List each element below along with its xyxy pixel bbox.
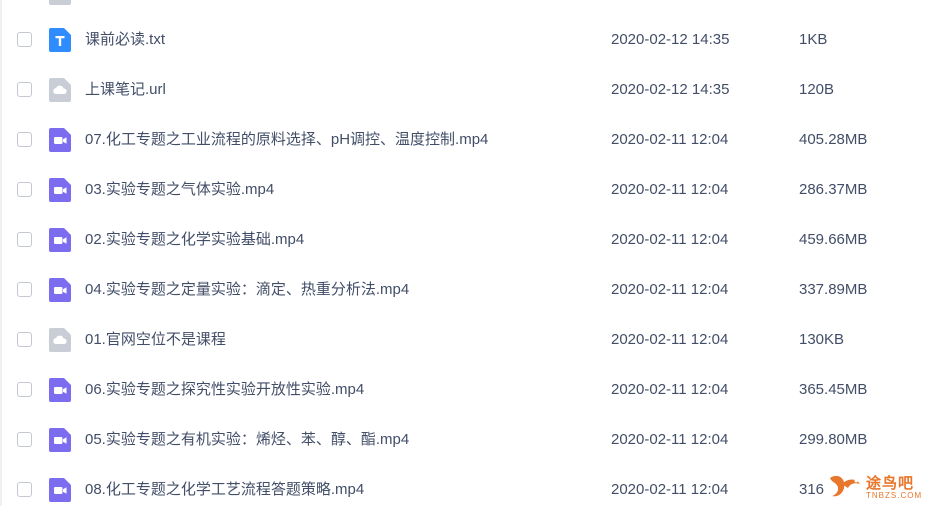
file-size: 299.80MB xyxy=(799,431,868,448)
file-name[interactable]: 06.实验专题之探究性实验开放性实验.mp4 xyxy=(85,380,364,400)
file-size: 1KB xyxy=(799,31,828,48)
video-file-icon xyxy=(49,428,71,452)
file-name[interactable]: 课前必读.txt xyxy=(85,30,165,50)
file-modified-date: 2020-02-11 12:04 xyxy=(611,131,729,148)
file-name[interactable]: 08.化工专题之化学工艺流程答题策略.mp4 xyxy=(85,480,364,500)
row-checkbox[interactable] xyxy=(17,232,32,247)
txt-file-icon xyxy=(49,28,71,52)
file-name[interactable]: 02.实验专题之化学实验基础.mp4 xyxy=(85,230,304,250)
partial-row-icon xyxy=(49,0,71,5)
file-size: 459.66MB xyxy=(799,231,868,248)
file-row[interactable]: 上课笔记.url 2020-02-12 14:35 120B xyxy=(0,66,931,116)
file-name[interactable]: 05.实验专题之有机实验：烯烃、苯、醇、酯.mp4 xyxy=(85,430,409,450)
video-file-icon xyxy=(49,278,71,302)
file-modified-date: 2020-02-11 12:04 xyxy=(611,281,729,298)
file-modified-date: 2020-02-11 12:04 xyxy=(611,381,729,398)
row-checkbox[interactable] xyxy=(17,182,32,197)
row-checkbox[interactable] xyxy=(17,332,32,347)
row-checkbox[interactable] xyxy=(17,32,32,47)
file-row[interactable]: 05.实验专题之有机实验：烯烃、苯、醇、酯.mp4 2020-02-11 12:0… xyxy=(0,416,931,466)
link-file-icon xyxy=(49,78,71,102)
file-size: 365.45MB xyxy=(799,381,868,398)
file-name[interactable]: 04.实验专题之定量实验：滴定、热重分析法.mp4 xyxy=(85,280,409,300)
file-modified-date: 2020-02-11 12:04 xyxy=(611,231,729,248)
file-row[interactable]: 01.官网空位不是课程 2020-02-11 12:04 130KB xyxy=(0,316,931,366)
file-row[interactable]: 07.化工专题之工业流程的原料选择、pH调控、温度控制.mp4 2020-02-1… xyxy=(0,116,931,166)
video-file-icon xyxy=(49,378,71,402)
row-checkbox[interactable] xyxy=(17,432,32,447)
row-checkbox[interactable] xyxy=(17,132,32,147)
file-size: 286.37MB xyxy=(799,181,868,198)
file-modified-date: 2020-02-11 12:04 xyxy=(611,331,729,348)
watermark-text: 途鸟吧 xyxy=(866,475,915,492)
file-size: 405.28MB xyxy=(799,131,868,148)
file-row[interactable]: 06.实验专题之探究性实验开放性实验.mp4 2020-02-11 12:04 36… xyxy=(0,366,931,416)
file-size: 316 xyxy=(799,481,825,498)
file-name[interactable]: 上课笔记.url xyxy=(85,80,166,100)
file-row[interactable]: 03.实验专题之气体实验.mp4 2020-02-11 12:04 286.37MB xyxy=(0,166,931,216)
file-name[interactable]: 03.实验专题之气体实验.mp4 xyxy=(85,180,274,200)
file-row[interactable]: 08.化工专题之化学工艺流程答题策略.mp4 2020-02-11 12:04 31… xyxy=(0,466,931,506)
file-name[interactable]: 01.官网空位不是课程 xyxy=(85,330,226,350)
file-modified-date: 2020-02-12 14:35 xyxy=(611,81,730,98)
row-checkbox[interactable] xyxy=(17,382,32,397)
video-file-icon xyxy=(49,228,71,252)
file-modified-date: 2020-02-12 14:35 xyxy=(611,31,730,48)
row-checkbox[interactable] xyxy=(17,82,32,97)
file-size: 120B xyxy=(799,81,835,98)
file-name[interactable]: 07.化工专题之工业流程的原料选择、pH调控、温度控制.mp4 xyxy=(85,130,488,150)
video-file-icon xyxy=(49,178,71,202)
row-checkbox[interactable] xyxy=(17,482,32,497)
file-row[interactable]: 02.实验专题之化学实验基础.mp4 2020-02-11 12:04 459.66… xyxy=(0,216,931,266)
watermark-subtext: TNBZS.COM xyxy=(866,491,923,500)
file-row[interactable]: 04.实验专题之定量实验：滴定、热重分析法.mp4 2020-02-11 12:0… xyxy=(0,266,931,316)
file-modified-date: 2020-02-11 12:04 xyxy=(611,181,729,198)
partial-row xyxy=(0,0,931,5)
video-file-icon xyxy=(49,478,71,502)
file-modified-date: 2020-02-11 12:04 xyxy=(611,431,729,448)
file-size: 337.89MB xyxy=(799,281,868,298)
file-row[interactable]: 课前必读.txt 2020-02-12 14:35 1KB xyxy=(0,16,931,66)
row-checkbox[interactable] xyxy=(17,282,32,297)
video-file-icon xyxy=(49,128,71,152)
bird-logo-icon xyxy=(830,475,860,497)
watermark-logo: 途鸟吧 TNBZS.COM xyxy=(826,470,926,504)
file-modified-date: 2020-02-11 12:04 xyxy=(611,481,729,498)
file-list: 课前必读.txt 2020-02-12 14:35 1KB 上课笔记.url 2020-… xyxy=(0,0,931,506)
file-size: 130KB xyxy=(799,331,845,348)
link-file-icon xyxy=(49,328,71,352)
